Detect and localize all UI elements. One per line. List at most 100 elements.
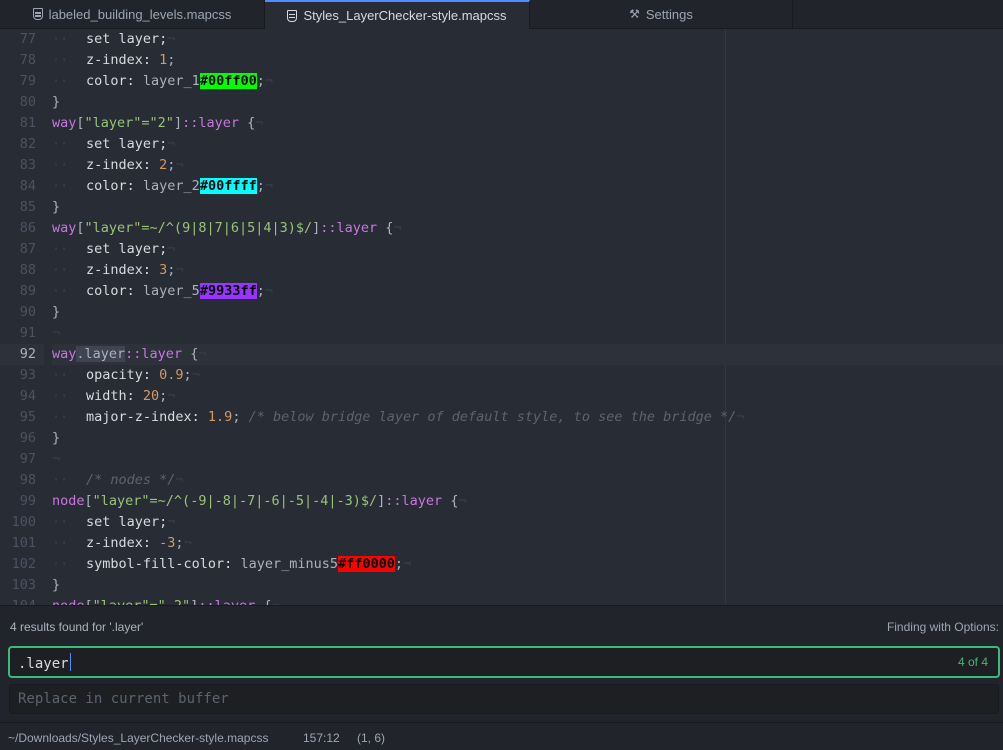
code-line[interactable]: node["layer"=~/^(-9|-8|-7|-6|-5|-4|-3)$/… xyxy=(52,491,1003,512)
code-token: ::layer xyxy=(198,598,255,605)
code-line[interactable]: ·· set layer;¬ xyxy=(52,239,1003,260)
line-number[interactable]: 102 xyxy=(0,554,44,575)
line-number[interactable]: 96 xyxy=(0,428,44,449)
color-swatch: #ff0000 xyxy=(337,556,395,572)
line-number[interactable]: 89 xyxy=(0,281,44,302)
code-line[interactable]: ·· z-index: 3;¬ xyxy=(52,260,1003,281)
code-line[interactable]: way.layer::layer {¬ xyxy=(52,344,1003,365)
line-number[interactable]: 88 xyxy=(0,260,44,281)
code-token: set layer; xyxy=(86,31,168,47)
code-line[interactable]: } xyxy=(52,575,1003,596)
code-token: ; xyxy=(167,52,184,68)
code-line[interactable]: ·· z-index: -3;¬ xyxy=(52,533,1003,554)
line-number[interactable]: 100 xyxy=(0,512,44,533)
code-token: [ xyxy=(85,598,93,605)
code-editor[interactable]: 77 78 79 80 81 82 83 84 85 86 87 88 89 90 91 92 93 94 95 96… xyxy=(0,29,1003,605)
line-number[interactable]: 101 xyxy=(0,533,44,554)
code-token: /* below bridge layer of default style, … xyxy=(248,409,737,425)
tools-icon: ⚒ xyxy=(629,7,640,21)
line-number[interactable]: 81 xyxy=(0,113,44,134)
code-line[interactable]: ·· major-z-index: 1.9; /* below bridge la… xyxy=(52,407,1003,428)
line-number[interactable]: 97 xyxy=(0,449,44,470)
tab-labeled-building-levels[interactable]: labeled_building_levels.mapcss xyxy=(0,0,265,28)
line-number[interactable]: 84 xyxy=(0,176,44,197)
invisible-char: ·· xyxy=(52,409,69,425)
code-token: set layer; xyxy=(86,514,168,530)
code-line[interactable]: ·· color: layer_5#9933ff;¬ xyxy=(52,281,1003,302)
find-results-text: 4 results found for '.layer' xyxy=(10,620,144,634)
code-token: "layer"=~/^(9|8|7|6|5|4|3)$/ xyxy=(84,220,313,236)
invisible-char: ·· xyxy=(52,472,69,488)
line-number[interactable]: 103 xyxy=(0,575,44,596)
code-token: ::layer xyxy=(385,493,443,509)
code-line[interactable]: ·· symbol-fill-color: layer_minus5#ff0000… xyxy=(52,554,1003,575)
code-token: node xyxy=(52,598,85,605)
code-line[interactable]: ¬ xyxy=(52,323,1003,344)
code-token: ; xyxy=(256,178,265,194)
code-line[interactable]: ·· z-index: 2;¬ xyxy=(52,155,1003,176)
line-number[interactable]: 77 xyxy=(0,29,44,50)
line-number[interactable]: 98 xyxy=(0,470,44,491)
code-token: set layer; xyxy=(86,241,168,257)
line-number[interactable]: 104 xyxy=(0,596,44,605)
code-line[interactable]: ·· set layer;¬ xyxy=(52,29,1003,50)
code-line[interactable]: node["layer"="-2"]::layer {¬ xyxy=(52,596,1003,605)
code-token: symbol-fill-color: xyxy=(86,556,241,572)
code-token: color: xyxy=(86,283,143,299)
code-line[interactable]: ·· width: 20;¬ xyxy=(52,386,1003,407)
code-line[interactable]: ·· color: layer_1#00ff00;¬ xyxy=(52,71,1003,92)
code-line[interactable]: } xyxy=(52,197,1003,218)
code-line[interactable]: } xyxy=(52,302,1003,323)
code-token: "layer"="2" xyxy=(84,115,174,131)
code-token: } xyxy=(52,430,61,446)
line-number[interactable]: 83 xyxy=(0,155,44,176)
file-path[interactable]: ~/Downloads/Styles_LayerChecker-style.ma… xyxy=(8,731,268,745)
code-line[interactable]: way["layer"="2"]::layer {¬ xyxy=(52,113,1003,134)
code-line[interactable]: way["layer"=~/^(9|8|7|6|5|4|3)$/]::layer… xyxy=(52,218,1003,239)
search-match-highlight: .layer xyxy=(76,346,126,362)
code-line[interactable]: ·· z-index: 1; xyxy=(52,50,1003,71)
invisible-char: ¬ xyxy=(167,388,176,404)
find-options-text[interactable]: Finding with Options: xyxy=(887,620,999,634)
invisible-char: ¬ xyxy=(175,472,184,488)
code-token: z-index: xyxy=(86,157,160,173)
cursor-position[interactable]: 157:12 xyxy=(303,731,340,745)
line-number[interactable]: 87 xyxy=(0,239,44,260)
line-number[interactable]: 86 xyxy=(0,218,44,239)
code-line[interactable]: } xyxy=(52,92,1003,113)
replace-input[interactable]: Replace in current buffer xyxy=(9,684,999,714)
code-line[interactable]: ·· opacity: 0.9;¬ xyxy=(52,365,1003,386)
code-lines[interactable]: ·· set layer;¬ ·· z-index: 1; ·· color: laye… xyxy=(52,29,1003,605)
line-number[interactable]: 95 xyxy=(0,407,44,428)
code-line[interactable]: ¬ xyxy=(52,449,1003,470)
line-number[interactable]: 99 xyxy=(0,491,44,512)
code-token: way xyxy=(52,220,77,236)
invisible-char: ¬ xyxy=(272,598,280,605)
line-number[interactable]: 91 xyxy=(0,323,44,344)
line-number-gutter[interactable]: 77 78 79 80 81 82 83 84 85 86 87 88 89 90 91 92 93 94 95 96… xyxy=(0,29,44,605)
line-number[interactable]: 85 xyxy=(0,197,44,218)
line-number[interactable]: 92 xyxy=(0,344,44,365)
tab-styles-layerchecker[interactable]: Styles_LayerChecker-style.mapcss xyxy=(265,0,530,29)
code-token: ; xyxy=(232,409,249,425)
line-number[interactable]: 80 xyxy=(0,92,44,113)
code-line[interactable]: ·· set layer;¬ xyxy=(52,512,1003,533)
line-number[interactable]: 78 xyxy=(0,50,44,71)
line-number[interactable]: 93 xyxy=(0,365,44,386)
line-number[interactable]: 79 xyxy=(0,71,44,92)
code-line[interactable]: } xyxy=(52,428,1003,449)
line-number[interactable]: 90 xyxy=(0,302,44,323)
code-line[interactable]: ·· color: layer_2#00ffff;¬ xyxy=(52,176,1003,197)
code-line[interactable]: ·· /* nodes */¬ xyxy=(52,470,1003,491)
line-number[interactable]: 94 xyxy=(0,386,44,407)
code-line[interactable]: ·· set layer;¬ xyxy=(52,134,1003,155)
invisible-char: ¬ xyxy=(255,115,264,131)
code-token: z-index: xyxy=(86,262,160,278)
line-number[interactable]: 82 xyxy=(0,134,44,155)
code-token: { xyxy=(377,220,394,236)
invisible-char: ·· xyxy=(52,535,69,551)
code-token: ; xyxy=(256,73,265,89)
find-input[interactable]: .layer 4 of 4 xyxy=(9,647,999,677)
tab-settings[interactable]: ⚒ Settings xyxy=(530,0,793,28)
invisible-char: ·· xyxy=(52,262,69,278)
